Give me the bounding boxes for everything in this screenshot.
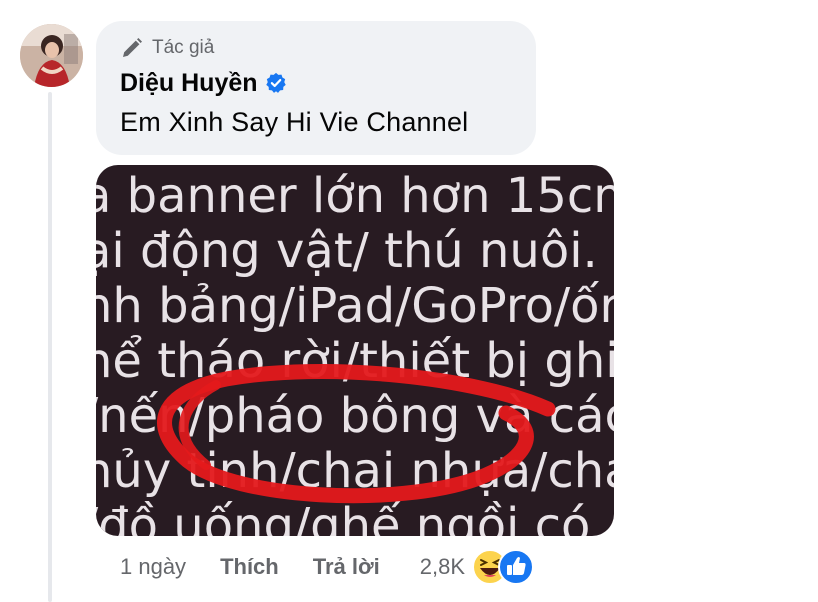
author-name[interactable]: Diệu Huyền <box>120 69 258 98</box>
comment-timestamp[interactable]: 1 ngày <box>120 554 186 580</box>
reaction-count[interactable]: 2,8K <box>420 554 465 580</box>
author-badge: Tác giả <box>120 35 536 61</box>
comment-thread: Tác giả Diệu Huyền Em Xinh Say Hi Vie Ch… <box>0 0 818 602</box>
thread-line <box>48 92 52 602</box>
red-circle-highlight <box>157 364 556 504</box>
verified-badge-icon <box>265 72 286 93</box>
reaction-icons[interactable] <box>471 548 541 586</box>
avatar-image <box>20 24 83 87</box>
reply-button[interactable]: Trả lời <box>313 554 380 580</box>
like-reaction-icon <box>498 549 534 585</box>
avatar[interactable] <box>20 24 83 87</box>
pen-icon <box>123 38 142 57</box>
comment-text: Em Xinh Say Hi Vie Channel <box>120 107 469 137</box>
comment-photo[interactable]: a banner lớn hơn 15cm x ại động vật/ thú… <box>96 165 614 536</box>
comment-actions: 1 ngày Thích Trả lời 2,8K <box>120 548 541 586</box>
author-badge-label: Tác giả <box>152 37 215 58</box>
comment-bubble: Tác giả Diệu Huyền Em Xinh Say Hi Vie Ch… <box>96 21 536 155</box>
like-button[interactable]: Thích <box>220 554 279 580</box>
author-row: Diệu Huyền <box>120 67 536 99</box>
